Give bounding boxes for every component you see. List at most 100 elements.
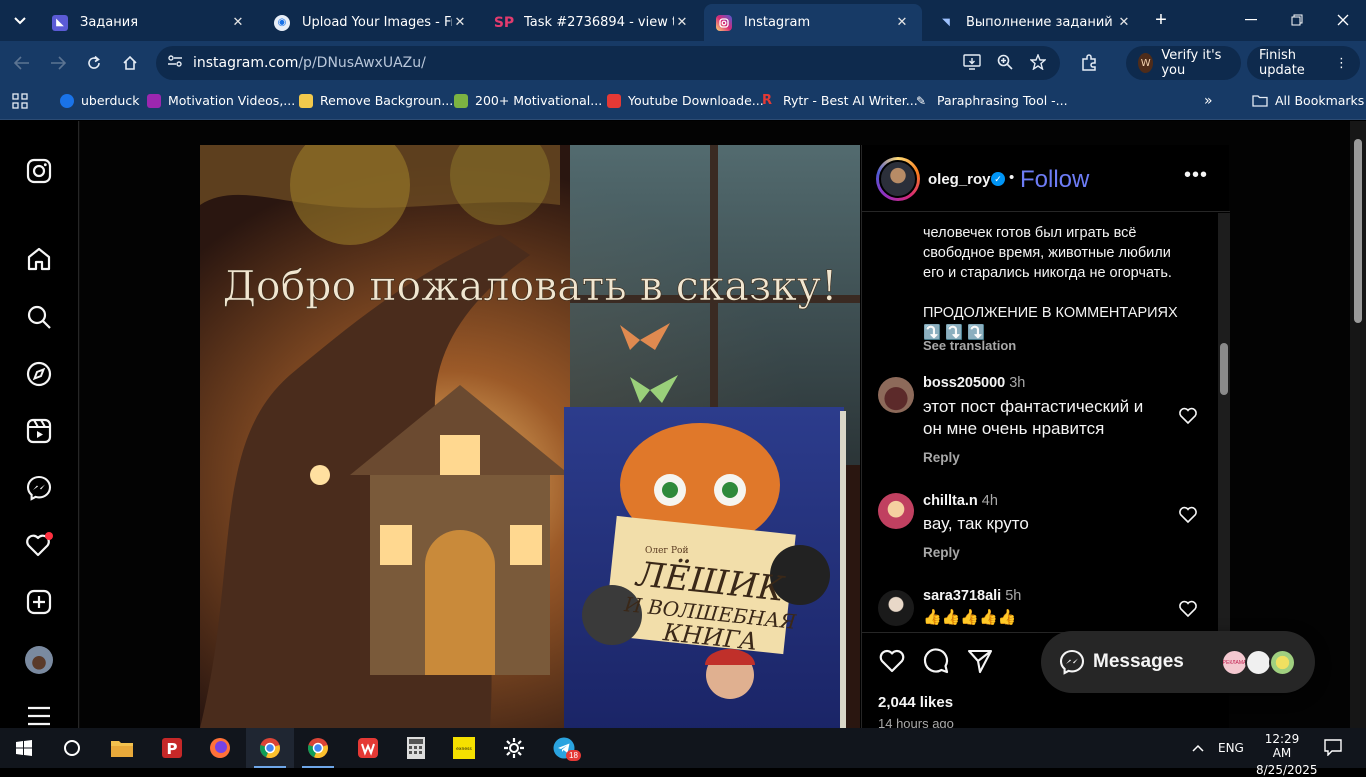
instagram-logo-icon[interactable] — [24, 156, 54, 186]
zoom-icon[interactable] — [995, 54, 1015, 72]
bookmark-label: Youtube Downloade... — [628, 93, 764, 108]
extensions-button[interactable] — [1075, 50, 1103, 76]
commenter-avatar[interactable] — [878, 493, 914, 529]
bookmark-paraphrasing[interactable]: ✎ Paraphrasing Tool -... — [916, 93, 1068, 108]
commenter-avatar[interactable] — [878, 590, 914, 626]
tab-upload-images[interactable]: ◉ Upload Your Images - Free I ✕ — [262, 4, 480, 41]
tab-vypolnenie[interactable]: ◥ Выполнение заданий ✕ — [926, 4, 1144, 41]
messenger-icon — [1059, 649, 1085, 675]
firefox-button[interactable] — [196, 728, 244, 768]
share-icon[interactable] — [966, 647, 994, 675]
site-settings-icon[interactable] — [165, 54, 185, 72]
like-comment-icon[interactable] — [1178, 506, 1198, 524]
comment-text: 👍👍👍👍👍 — [923, 609, 1017, 626]
commenter-username[interactable]: chillta.n 4h — [923, 493, 998, 509]
finish-update-button[interactable]: Finish update ⋮ — [1247, 46, 1360, 80]
verify-profile-button[interactable]: W Verify it's you — [1126, 46, 1241, 80]
page-scrollbar-thumb[interactable] — [1354, 139, 1362, 323]
tab-task-view[interactable]: SP Task #2736894 - view task ✕ — [484, 4, 702, 41]
more-bookmarks-button[interactable]: » — [1204, 93, 1213, 109]
bookmark-uberduck[interactable]: uberduck — [60, 93, 139, 108]
profile-avatar[interactable] — [24, 645, 54, 675]
action-center-button[interactable] — [1324, 739, 1342, 759]
image-headline: Добро пожаловать в сказку! — [223, 262, 838, 310]
commenter-username[interactable]: sara3718ali 5h — [923, 588, 1021, 604]
reply-button[interactable]: Reply — [923, 450, 960, 465]
bookmarks-bar: uberduck Motivation Videos,... Remove Ba… — [0, 85, 1366, 120]
close-tab-icon[interactable]: ✕ — [894, 15, 910, 30]
apps-button[interactable] — [12, 93, 28, 109]
chrome-button[interactable] — [294, 728, 342, 768]
close-tab-icon[interactable]: ✕ — [452, 15, 468, 30]
restore-button[interactable] — [1274, 8, 1320, 32]
notifications-heart-icon[interactable] — [24, 530, 54, 560]
start-button[interactable] — [0, 728, 48, 768]
follow-button[interactable]: Follow — [1020, 166, 1089, 194]
verify-label: Verify it's you — [1161, 48, 1222, 78]
close-window-button[interactable] — [1320, 8, 1366, 32]
comments-scroll-area[interactable]: человечек готов был играть всё свободное… — [862, 213, 1218, 631]
explore-icon[interactable] — [24, 359, 54, 389]
more-options-icon[interactable]: ••• — [1184, 164, 1208, 187]
commenter-username[interactable]: boss205000 3h — [923, 375, 1025, 391]
all-bookmarks-button[interactable]: All Bookmarks — [1252, 93, 1364, 108]
menu-icon[interactable] — [24, 701, 54, 731]
calculator-button[interactable] — [392, 728, 440, 768]
back-button[interactable] — [8, 50, 36, 76]
chat-avatar: РЕКЛАМА — [1221, 649, 1248, 676]
reply-button[interactable]: Reply — [923, 545, 960, 560]
messages-pill[interactable]: Messages РЕКЛАМА — [1041, 631, 1315, 693]
comment-user: chillta.n — [923, 493, 978, 509]
bookmark-remove-background[interactable]: Remove Backgroun... — [299, 93, 453, 108]
bookmark-motivational[interactable]: 200+ Motivational... — [454, 93, 602, 108]
comment-icon[interactable] — [922, 647, 950, 675]
new-tab-button[interactable]: + — [1138, 8, 1184, 32]
wps-office-button[interactable] — [344, 728, 392, 768]
bookmark-rytr[interactable]: R Rytr - Best AI Writer... — [762, 93, 918, 108]
close-tab-icon[interactable]: ✕ — [230, 15, 246, 30]
tab-title: Выполнение заданий — [966, 15, 1113, 30]
create-post-icon[interactable] — [24, 587, 54, 617]
reload-button[interactable] — [80, 50, 108, 76]
page-scrollbar[interactable] — [1350, 121, 1366, 728]
exness-button[interactable]: exness — [440, 728, 488, 768]
tab-search-button[interactable] — [6, 8, 34, 34]
commenter-avatar[interactable] — [878, 377, 914, 413]
tab-instagram[interactable]: Instagram ✕ — [704, 4, 922, 41]
forward-button[interactable] — [44, 50, 72, 76]
likes-count[interactable]: 2,044 likes — [878, 694, 953, 711]
bookmark-youtube-downloader[interactable]: Youtube Downloade... — [607, 93, 764, 108]
post-image[interactable]: Олег Рой ЛЁШИК И ВОЛШЕБНАЯ КНИГА Добро п… — [200, 145, 860, 728]
comments-scrollbar-thumb[interactable] — [1220, 343, 1228, 395]
see-translation-link[interactable]: See translation — [923, 338, 1016, 353]
search-icon[interactable] — [24, 302, 54, 332]
close-tab-icon[interactable]: ✕ — [1116, 15, 1132, 30]
bookmark-motivation-videos[interactable]: Motivation Videos,... — [147, 93, 295, 108]
show-hidden-icons[interactable] — [1192, 740, 1204, 756]
like-comment-icon[interactable] — [1178, 407, 1198, 425]
post-caption: человечек готов был играть всё свободное… — [923, 223, 1208, 343]
reels-icon[interactable] — [24, 416, 54, 446]
input-language[interactable]: ENG — [1218, 741, 1244, 755]
psiphon-button[interactable]: P — [148, 728, 196, 768]
author-avatar[interactable] — [876, 157, 920, 201]
install-app-icon[interactable] — [962, 54, 982, 72]
tab-zadaniya[interactable]: ◣ Задания ✕ — [40, 4, 258, 41]
telegram-button[interactable]: 18 — [540, 728, 588, 768]
search-button[interactable] — [48, 728, 96, 768]
settings-button[interactable] — [490, 728, 538, 768]
comments-scrollbar[interactable] — [1218, 213, 1230, 631]
address-bar[interactable]: instagram.com/p/DNusAwxUAZu/ — [156, 46, 1060, 80]
home-icon[interactable] — [24, 244, 54, 274]
messenger-icon[interactable] — [24, 473, 54, 503]
bookmark-star-icon[interactable] — [1028, 53, 1048, 72]
minimize-button[interactable] — [1228, 8, 1274, 32]
home-button[interactable] — [116, 50, 144, 76]
clock[interactable]: 12:29 AM 8/25/2025 — [1256, 732, 1318, 777]
chrome-profile-button[interactable] — [246, 728, 294, 768]
file-explorer-button[interactable] — [98, 728, 146, 768]
like-heart-icon[interactable] — [878, 647, 906, 675]
close-tab-icon[interactable]: ✕ — [674, 15, 690, 30]
author-username[interactable]: oleg_roy — [928, 171, 991, 188]
like-comment-icon[interactable] — [1178, 600, 1198, 618]
